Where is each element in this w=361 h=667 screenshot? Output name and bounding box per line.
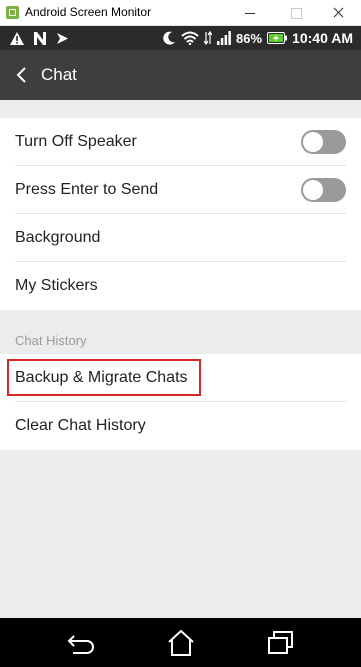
send-notification-icon — [57, 32, 68, 44]
chat-history-header: Chat History — [15, 333, 87, 348]
my-stickers-row[interactable]: My Stickers — [0, 262, 361, 310]
turn-off-speaker-label: Turn Off Speaker — [15, 133, 137, 150]
turn-off-speaker-toggle[interactable] — [301, 130, 346, 154]
page-title: Chat — [41, 65, 77, 84]
data-transfer-icon — [204, 31, 213, 45]
wifi-icon — [181, 31, 199, 45]
my-stickers-label: My Stickers — [15, 277, 98, 294]
press-enter-to-send-label: Press Enter to Send — [15, 181, 159, 198]
navigation-bar — [0, 618, 361, 667]
signal-icon — [217, 31, 231, 45]
background-row[interactable]: Background — [0, 214, 361, 262]
chat-settings-group: Turn Off Speaker Press Enter to Send Bac… — [0, 118, 361, 310]
toggle-knob — [303, 180, 323, 200]
maximize-button[interactable] — [273, 0, 317, 26]
warning-icon — [10, 31, 24, 45]
press-enter-to-send-toggle[interactable] — [301, 178, 346, 202]
window-title-bar: Android Screen Monitor — [0, 0, 361, 26]
turn-off-speaker-row[interactable]: Turn Off Speaker — [0, 118, 361, 166]
window-title: Android Screen Monitor — [25, 5, 152, 19]
press-enter-to-send-row[interactable]: Press Enter to Send — [0, 166, 361, 214]
app-bar: Chat — [0, 50, 361, 100]
background-label: Background — [15, 229, 101, 246]
recent-apps-icon[interactable] — [261, 628, 301, 658]
app-logo-icon — [6, 6, 19, 19]
clear-chat-history-label: Clear Chat History — [15, 417, 146, 434]
app-window: Android Screen Monitor 86% 10:40 AM Chat… — [0, 0, 361, 667]
settings-content: Turn Off Speaker Press Enter to Send Bac… — [0, 100, 361, 618]
clock-time: 10:40 AM — [292, 30, 353, 46]
battery-charging-icon — [267, 32, 288, 44]
minimize-button[interactable] — [229, 0, 273, 26]
backup-migrate-chats-row[interactable]: Backup & Migrate Chats — [0, 354, 361, 402]
back-icon[interactable] — [14, 66, 30, 84]
home-icon[interactable] — [161, 628, 201, 658]
moon-icon — [163, 31, 176, 45]
status-bar: 86% 10:40 AM — [0, 26, 361, 50]
nav-back-icon[interactable] — [61, 628, 101, 658]
clear-chat-history-row[interactable]: Clear Chat History — [0, 402, 361, 450]
battery-percent: 86% — [236, 30, 263, 46]
highlight-box — [7, 359, 201, 396]
close-button[interactable] — [317, 0, 361, 26]
n-notification-icon — [34, 31, 46, 45]
chat-history-group: Backup & Migrate Chats Clear Chat Histor… — [0, 354, 361, 450]
toggle-knob — [303, 132, 323, 152]
